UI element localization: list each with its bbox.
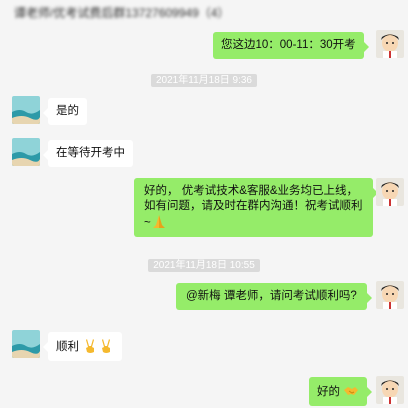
chat-title: 谭老师/优考试费后群13727609949（4） bbox=[14, 6, 230, 20]
sent-message-bubble[interactable]: 您这边10：00-11：30开考 bbox=[213, 32, 369, 59]
message-text-line: 如有问题，请及时在群内沟通！祝考试顺利 bbox=[144, 200, 363, 212]
sent-message-bubble[interactable]: 好的 bbox=[309, 377, 373, 406]
cartoon-boy-avatar[interactable] bbox=[376, 281, 404, 309]
message-text: 是的 bbox=[56, 105, 79, 117]
timestamp: 2021年11月18日 10:55 bbox=[0, 257, 408, 272]
cartoon-boy-avatar[interactable] bbox=[376, 30, 404, 58]
victory-hand-icon bbox=[86, 339, 95, 353]
beach-icon bbox=[12, 96, 40, 124]
handshake-icon bbox=[344, 387, 359, 395]
beach-avatar[interactable] bbox=[12, 330, 40, 358]
message-text: 在等待开考中 bbox=[56, 147, 125, 159]
received-message-bubble[interactable]: 是的 bbox=[43, 98, 87, 125]
chat-header: 谭老师/优考试费后群13727609949（4） bbox=[0, 0, 408, 30]
cartoon-boy-icon bbox=[376, 376, 404, 404]
beach-icon bbox=[12, 138, 40, 166]
received-message-bubble[interactable]: 在等待开考中 bbox=[43, 140, 133, 167]
beach-icon bbox=[12, 330, 40, 358]
message-text: @新梅 谭老师，请问考试顺利吗? bbox=[186, 290, 357, 302]
sent-message-bubble[interactable]: 好的， 优考试技术&客服&业务均已上线， 如有问题，请及时在群内沟通！祝考试顺利… bbox=[134, 178, 377, 237]
victory-hand-icon bbox=[102, 339, 111, 353]
cartoon-boy-avatar[interactable] bbox=[376, 178, 404, 206]
beach-avatar[interactable] bbox=[12, 96, 40, 124]
cartoon-boy-avatar[interactable] bbox=[376, 376, 404, 404]
beach-avatar[interactable] bbox=[12, 138, 40, 166]
cartoon-boy-icon bbox=[376, 30, 404, 58]
message-text: 您这边10：00-11：30开考 bbox=[221, 39, 356, 51]
message-text-line: ~ bbox=[144, 214, 363, 231]
received-message-bubble[interactable]: 顺利 bbox=[42, 332, 123, 361]
sent-message-bubble[interactable]: @新梅 谭老师，请问考试顺利吗? bbox=[176, 283, 372, 310]
message-text: 顺利 bbox=[56, 341, 79, 353]
cartoon-boy-icon bbox=[376, 178, 404, 206]
message-text: 好的 bbox=[317, 386, 340, 398]
message-text-line: 好的， 优考试技术&客服&业务均已上线， bbox=[144, 185, 359, 197]
cartoon-boy-icon bbox=[376, 281, 404, 309]
praying-hands-icon bbox=[152, 215, 165, 228]
timestamp: 2021年11月18日 9:36 bbox=[0, 72, 408, 87]
